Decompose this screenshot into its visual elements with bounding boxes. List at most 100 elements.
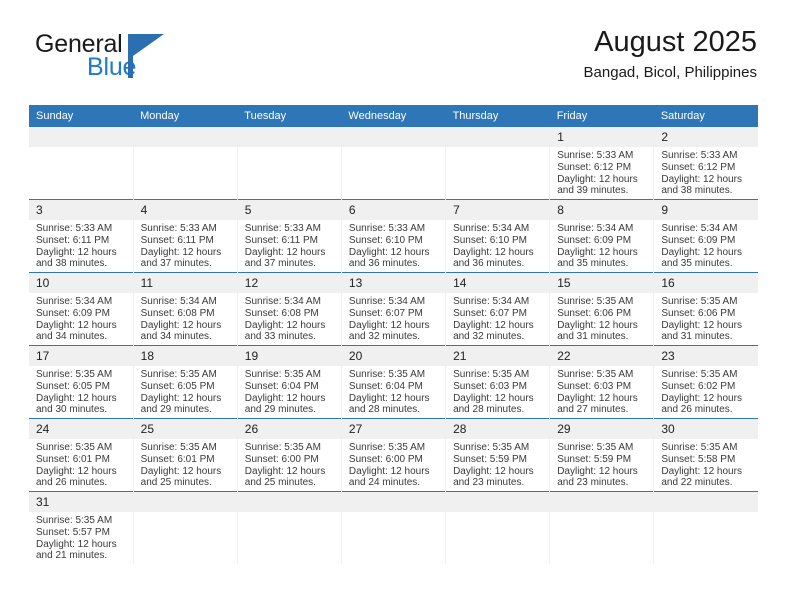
sunrise-text: Sunrise: 5:34 AM [348, 296, 426, 307]
daylight-text-line2: and 30 minutes. [36, 404, 108, 416]
calendar-day-cell[interactable]: 23 Sunrise: 5:35 AM Sunset: 6:02 PM Dayligh… [653, 345, 758, 419]
calendar-day-cell[interactable]: 18 Sunrise: 5:35 AM Sunset: 6:05 PM Dayligh… [133, 345, 238, 419]
sunset-text: Sunset: 6:04 PM [244, 380, 319, 392]
sunrise-text: Sunrise: 5:35 AM [661, 442, 738, 453]
calendar-empty-cell [445, 127, 551, 200]
calendar-day-cell[interactable]: 2 Sunrise: 5:33 AM Sunset: 6:12 PM Daylight… [653, 127, 758, 200]
day-number [237, 127, 341, 147]
calendar-day-cell[interactable]: 9 Sunrise: 5:34 AM Sunset: 6:09 PM Daylight… [653, 199, 758, 273]
daylight-text-line2: and 32 minutes. [348, 331, 421, 343]
daylight-text-line1: Daylight: 12 hours [557, 465, 638, 477]
day-details: Sunrise: 5:34 AM Sunset: 6:09 PM Daylight:… [550, 220, 653, 270]
calendar-week-row: 3 Sunrise: 5:33 AM Sunset: 6:11 PM Daylight… [29, 199, 758, 273]
calendar-day-cell[interactable]: 3 Sunrise: 5:33 AM Sunset: 6:11 PM Daylight… [29, 199, 134, 273]
calendar-day-cell[interactable]: 30 Sunrise: 5:35 AM Sunset: 5:58 PM Dayligh… [653, 418, 758, 492]
sunrise-text: Sunrise: 5:34 AM [453, 296, 530, 307]
calendar-day-cell[interactable]: 14 Sunrise: 5:34 AM Sunset: 6:07 PM Dayligh… [445, 272, 551, 346]
day-details: Sunrise: 5:33 AM Sunset: 6:11 PM Daylight:… [134, 220, 237, 270]
daylight-text-line1: Daylight: 12 hours [348, 465, 430, 477]
calendar-day-cell[interactable]: 5 Sunrise: 5:33 AM Sunset: 6:11 PM Daylight… [237, 199, 342, 273]
sunset-text: Sunset: 6:11 PM [244, 234, 318, 246]
calendar-day-cell[interactable]: 8 Sunrise: 5:34 AM Sunset: 6:09 PM Daylight… [549, 199, 655, 273]
day-number [550, 492, 654, 512]
day-number: 11 [133, 273, 237, 293]
daylight-text-line2: and 39 minutes. [557, 185, 629, 197]
day-details: Sunrise: 5:35 AM Sunset: 6:03 PM Daylight:… [446, 366, 549, 416]
calendar-day-cell[interactable]: 13 Sunrise: 5:34 AM Sunset: 6:07 PM Dayligh… [341, 272, 447, 346]
calendar-day-cell[interactable]: 1 Sunrise: 5:33 AM Sunset: 6:12 PM Daylight… [549, 127, 655, 200]
weekday-header-wednesday: Wednesday [341, 105, 446, 127]
daylight-text-line2: and 26 minutes. [661, 404, 733, 416]
daylight-text-line2: and 21 minutes. [36, 550, 108, 562]
day-number [341, 127, 446, 147]
calendar-day-cell[interactable]: 27 Sunrise: 5:35 AM Sunset: 6:00 PM Dayligh… [341, 418, 447, 492]
calendar-day-cell[interactable]: 16 Sunrise: 5:35 AM Sunset: 6:06 PM Dayligh… [653, 272, 758, 346]
sunrise-text: Sunrise: 5:35 AM [348, 369, 426, 380]
calendar-day-cell[interactable]: 11 Sunrise: 5:34 AM Sunset: 6:08 PM Dayligh… [133, 272, 238, 346]
calendar-empty-cell [237, 127, 342, 200]
day-details: Sunrise: 5:35 AM Sunset: 6:06 PM Daylight:… [654, 293, 758, 343]
daylight-text-line2: and 23 minutes. [453, 477, 525, 489]
daylight-text-line2: and 31 minutes. [557, 331, 629, 343]
sunset-text: Sunset: 6:01 PM [36, 453, 110, 465]
day-number [133, 492, 237, 512]
calendar-day-cell[interactable]: 21 Sunrise: 5:35 AM Sunset: 6:03 PM Dayligh… [445, 345, 551, 419]
day-number: 1 [550, 127, 654, 147]
day-number [341, 492, 446, 512]
calendar-day-cell[interactable]: 20 Sunrise: 5:35 AM Sunset: 6:04 PM Dayligh… [341, 345, 447, 419]
day-details: Sunrise: 5:35 AM Sunset: 5:58 PM Daylight:… [654, 439, 758, 489]
sunset-text: Sunset: 6:08 PM [244, 307, 319, 319]
calendar-day-cell[interactable]: 17 Sunrise: 5:35 AM Sunset: 6:05 PM Dayligh… [29, 345, 134, 419]
daylight-text-line1: Daylight: 12 hours [140, 319, 222, 331]
calendar-day-cell[interactable]: 15 Sunrise: 5:35 AM Sunset: 6:06 PM Dayligh… [549, 272, 655, 346]
calendar-day-cell[interactable]: 24 Sunrise: 5:35 AM Sunset: 6:01 PM Dayligh… [29, 418, 134, 492]
daylight-text-line1: Daylight: 12 hours [557, 392, 638, 404]
day-details: Sunrise: 5:35 AM Sunset: 6:02 PM Daylight:… [654, 366, 758, 416]
daylight-text-line2: and 36 minutes. [348, 258, 421, 270]
sunset-text: Sunset: 6:12 PM [557, 161, 632, 173]
day-number [237, 492, 341, 512]
daylight-text-line1: Daylight: 12 hours [36, 538, 117, 550]
sunset-text: Sunset: 6:11 PM [36, 234, 110, 246]
daylight-text-line1: Daylight: 12 hours [348, 392, 430, 404]
calendar-day-cell[interactable]: 26 Sunrise: 5:35 AM Sunset: 6:00 PM Dayligh… [237, 418, 342, 492]
daylight-text-line1: Daylight: 12 hours [244, 465, 326, 477]
daylight-text-line2: and 35 minutes. [557, 258, 629, 270]
calendar-day-cell[interactable]: 25 Sunrise: 5:35 AM Sunset: 6:01 PM Dayligh… [133, 418, 238, 492]
calendar-day-cell[interactable]: 31 Sunrise: 5:35 AM Sunset: 5:57 PM Dayligh… [29, 491, 134, 564]
calendar-day-cell[interactable]: 29 Sunrise: 5:35 AM Sunset: 5:59 PM Dayligh… [549, 418, 655, 492]
calendar-day-cell[interactable]: 10 Sunrise: 5:34 AM Sunset: 6:09 PM Dayligh… [29, 272, 134, 346]
sunrise-text: Sunrise: 5:35 AM [661, 296, 738, 307]
weekday-header-monday: Monday [133, 105, 238, 127]
day-details: Sunrise: 5:35 AM Sunset: 6:03 PM Daylight:… [550, 366, 653, 416]
day-number: 25 [133, 419, 237, 439]
day-details: Sunrise: 5:34 AM Sunset: 6:08 PM Daylight:… [238, 293, 341, 343]
calendar-empty-cell [341, 491, 447, 564]
sunset-text: Sunset: 6:10 PM [348, 234, 423, 246]
calendar-day-cell[interactable]: 12 Sunrise: 5:34 AM Sunset: 6:08 PM Dayligh… [237, 272, 342, 346]
day-details: Sunrise: 5:34 AM Sunset: 6:10 PM Daylight:… [446, 220, 549, 270]
calendar-day-cell[interactable]: 28 Sunrise: 5:35 AM Sunset: 5:59 PM Dayligh… [445, 418, 551, 492]
calendar-day-cell[interactable]: 6 Sunrise: 5:33 AM Sunset: 6:10 PM Daylight… [341, 199, 447, 273]
weekday-header-sunday: Sunday [29, 105, 134, 127]
sunrise-text: Sunrise: 5:34 AM [140, 296, 217, 307]
calendar-day-cell[interactable]: 7 Sunrise: 5:34 AM Sunset: 6:10 PM Daylight… [445, 199, 551, 273]
calendar-page: General Blue August 2025 Bangad, Bicol, … [0, 0, 792, 612]
day-number: 16 [654, 273, 758, 293]
day-details: Sunrise: 5:33 AM Sunset: 6:10 PM Daylight:… [342, 220, 445, 270]
calendar-empty-cell [29, 127, 134, 200]
daylight-text-line1: Daylight: 12 hours [453, 465, 534, 477]
day-details: Sunrise: 5:35 AM Sunset: 6:04 PM Daylight:… [342, 366, 445, 416]
day-number: 14 [446, 273, 550, 293]
day-number [133, 127, 237, 147]
sunset-text: Sunset: 5:59 PM [557, 453, 632, 465]
daylight-text-line2: and 35 minutes. [661, 258, 733, 270]
sunrise-sunset-calendar: Sunday Monday Tuesday Wednesday Thursday… [29, 105, 758, 564]
calendar-day-cell[interactable]: 22 Sunrise: 5:35 AM Sunset: 6:03 PM Dayligh… [549, 345, 655, 419]
sunset-text: Sunset: 6:06 PM [661, 307, 736, 319]
calendar-day-cell[interactable]: 4 Sunrise: 5:33 AM Sunset: 6:11 PM Daylight… [133, 199, 238, 273]
day-number: 4 [133, 200, 237, 220]
calendar-day-cell[interactable]: 19 Sunrise: 5:35 AM Sunset: 6:04 PM Dayligh… [237, 345, 342, 419]
daylight-text-line1: Daylight: 12 hours [661, 319, 742, 331]
daylight-text-line1: Daylight: 12 hours [661, 246, 742, 258]
